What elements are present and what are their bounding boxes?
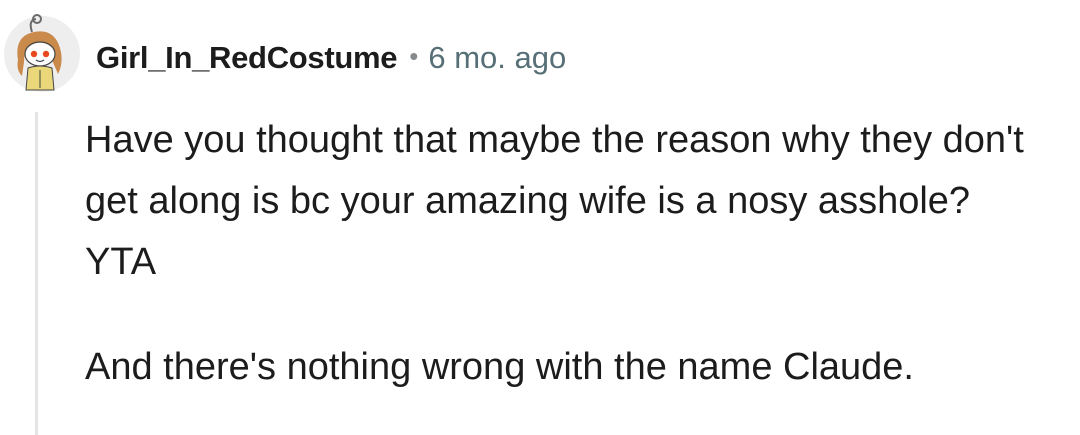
comment-paragraph: And there's nothing wrong with the name … [85,346,914,388]
comment-timestamp[interactable]: 6 mo. ago [428,40,566,76]
user-avatar[interactable] [2,14,82,94]
comment-header: Girl_In_RedCostume • 6 mo. ago [96,36,566,80]
comment-paragraph: Have you thought that maybe the reason w… [85,119,1024,283]
comment-body: Have you thought that maybe the reason w… [85,110,1045,398]
comment: Girl_In_RedCostume • 6 mo. ago Have you … [0,0,1080,435]
meta-separator: • [409,40,419,71]
thread-line[interactable] [35,112,38,435]
username-link[interactable]: Girl_In_RedCostume [96,40,398,76]
reddit-snoo-avatar-icon [4,14,80,92]
